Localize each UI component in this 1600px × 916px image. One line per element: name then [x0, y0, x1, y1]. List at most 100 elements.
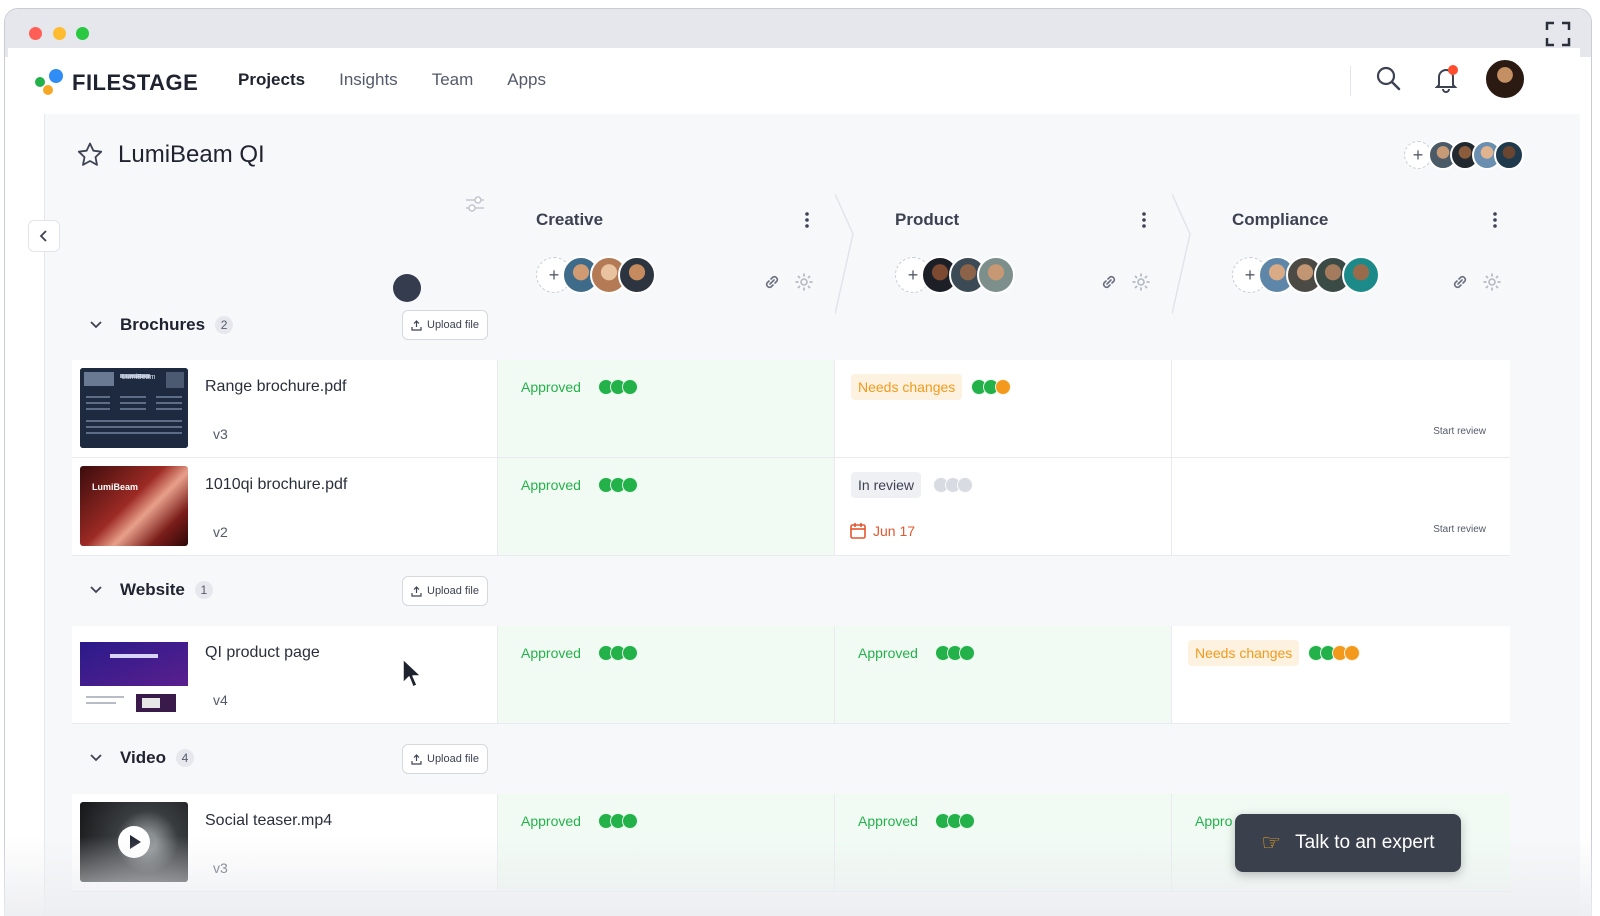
chevron-down-icon[interactable]	[88, 317, 104, 333]
group-header-brochures: Brochures 2	[72, 305, 234, 345]
stage-cell-creative[interactable]: Approved	[498, 360, 835, 457]
upload-icon	[411, 319, 422, 331]
start-review-button[interactable]: Start review	[1433, 426, 1486, 437]
file-thumbnail[interactable]	[80, 802, 188, 882]
user-avatar[interactable]	[1486, 60, 1524, 98]
collapse-sidebar-button[interactable]	[28, 220, 60, 252]
share-link-icon[interactable]	[762, 272, 782, 292]
play-icon[interactable]	[80, 802, 188, 882]
star-icon[interactable]	[76, 141, 104, 169]
share-link-icon[interactable]	[1099, 272, 1119, 292]
stage-cell-compliance[interactable]: Needs changes	[1172, 626, 1510, 723]
file-name[interactable]: QI product page	[205, 644, 320, 662]
file-name[interactable]: 1010qi brochure.pdf	[205, 476, 347, 494]
table-row[interactable]: QI product page v4 Approved Approved Nee…	[72, 626, 1510, 724]
stage-cell-product[interactable]: Approved	[835, 626, 1172, 723]
more-options-icon[interactable]	[1492, 210, 1498, 230]
file-version: v3	[213, 860, 228, 876]
stage-title: Product	[895, 210, 960, 229]
file-cell[interactable]: QI product page v4	[72, 626, 498, 723]
table-row[interactable]: LumiBeam Range brochure.pdf v3 Approved …	[72, 360, 1510, 458]
status-badge: Approved	[521, 477, 581, 493]
gear-icon[interactable]	[1482, 272, 1502, 292]
file-cell[interactable]: Social teaser.mp4 v3	[72, 794, 498, 891]
status-badge: Approved	[858, 813, 918, 829]
upload-icon	[411, 753, 422, 765]
pointing-hand-icon: ☞	[1261, 830, 1282, 855]
webpage-preview-image	[80, 634, 188, 714]
file-name[interactable]: Range brochure.pdf	[205, 378, 346, 396]
status-badge: Needs changes	[851, 374, 963, 400]
stage-reviewers: +	[895, 256, 1015, 294]
stage-cell-compliance[interactable]: Start review	[1172, 458, 1510, 555]
reviewer-status-dots	[598, 477, 638, 493]
thumbnail-brand-label: LumiBeam	[92, 482, 139, 492]
share-link-icon[interactable]	[1450, 272, 1470, 292]
notifications-bell-icon[interactable]	[1432, 64, 1460, 94]
more-options-icon[interactable]	[1141, 210, 1147, 230]
talk-to-expert-label: Talk to an expert	[1295, 832, 1435, 853]
nav-insights[interactable]: Insights	[339, 70, 398, 90]
minimize-window-button[interactable]	[53, 27, 66, 40]
file-name[interactable]: Social teaser.mp4	[205, 812, 332, 830]
stage-cell-product[interactable]: In review Jun 17	[835, 458, 1172, 555]
nav-team[interactable]: Team	[432, 70, 474, 90]
gear-icon[interactable]	[794, 272, 814, 292]
reviewer-status-dots	[1308, 645, 1360, 661]
upload-file-button[interactable]: Upload file	[402, 744, 488, 774]
upload-icon	[411, 585, 422, 597]
gear-icon[interactable]	[1131, 272, 1151, 292]
search-icon[interactable]	[1374, 64, 1402, 92]
start-review-button[interactable]: Start review	[1433, 524, 1486, 535]
reviewer-status-dots	[933, 477, 973, 493]
reviewer-status-dots	[598, 379, 638, 395]
status-badge: Needs changes	[1188, 640, 1300, 666]
avatar[interactable]	[618, 256, 656, 294]
file-version: v3	[213, 426, 228, 442]
upload-file-label: Upload file	[427, 319, 479, 331]
upload-file-button[interactable]: Upload file	[402, 576, 488, 606]
group-name: Video	[120, 748, 166, 767]
stage-title: Compliance	[1232, 210, 1329, 229]
file-thumbnail[interactable]: LumiBeam	[80, 368, 188, 448]
stage-separator	[835, 194, 854, 315]
stage-cell-creative[interactable]: Approved	[498, 458, 835, 555]
due-date[interactable]: Jun 17	[849, 522, 915, 540]
chevron-down-icon[interactable]	[88, 582, 104, 598]
stage-column-product: Product +	[857, 190, 1172, 360]
stage-cell-compliance[interactable]: Start review	[1172, 360, 1510, 457]
group-name: Brochures	[120, 315, 206, 334]
stage-cell-product[interactable]: Approved	[835, 794, 1172, 891]
group-name: Website	[120, 580, 185, 599]
upload-file-button[interactable]: Upload file	[402, 310, 488, 340]
filestage-logo[interactable]: FILESTAGE	[34, 68, 204, 96]
calendar-icon	[850, 523, 866, 539]
main-nav: Projects Insights Team Apps	[238, 70, 546, 90]
chevron-down-icon[interactable]	[88, 750, 104, 766]
maximize-window-button[interactable]	[76, 27, 89, 40]
fullscreen-icon[interactable]	[1545, 21, 1571, 47]
avatar[interactable]	[1494, 140, 1524, 170]
more-options-icon[interactable]	[804, 210, 810, 230]
table-row[interactable]: LumiBeam 1010qi brochure.pdf v2 Approved…	[72, 458, 1510, 556]
file-cell[interactable]: LumiBeam 1010qi brochure.pdf v2	[72, 458, 498, 555]
header-divider	[1350, 66, 1351, 96]
avatar[interactable]	[1342, 256, 1380, 294]
nav-projects[interactable]: Projects	[238, 70, 305, 90]
nav-apps[interactable]: Apps	[507, 70, 546, 90]
logo-mark-icon	[35, 69, 63, 95]
stage-cell-creative[interactable]: Approved	[498, 626, 835, 723]
close-window-button[interactable]	[29, 27, 42, 40]
status-badge: Approved	[521, 813, 581, 829]
file-cell[interactable]: LumiBeam Range brochure.pdf v3	[72, 360, 498, 457]
filter-settings-icon[interactable]	[464, 194, 486, 214]
file-version: v4	[213, 692, 228, 708]
group-count-badge: 2	[215, 316, 234, 334]
stage-cell-creative[interactable]: Approved	[498, 794, 835, 891]
file-thumbnail[interactable]: LumiBeam	[80, 466, 188, 546]
avatar[interactable]	[977, 256, 1015, 294]
upload-file-label: Upload file	[427, 585, 479, 597]
file-thumbnail[interactable]	[80, 634, 188, 714]
stage-cell-product[interactable]: Needs changes	[835, 360, 1172, 457]
talk-to-expert-button[interactable]: ☞ Talk to an expert	[1235, 814, 1461, 872]
